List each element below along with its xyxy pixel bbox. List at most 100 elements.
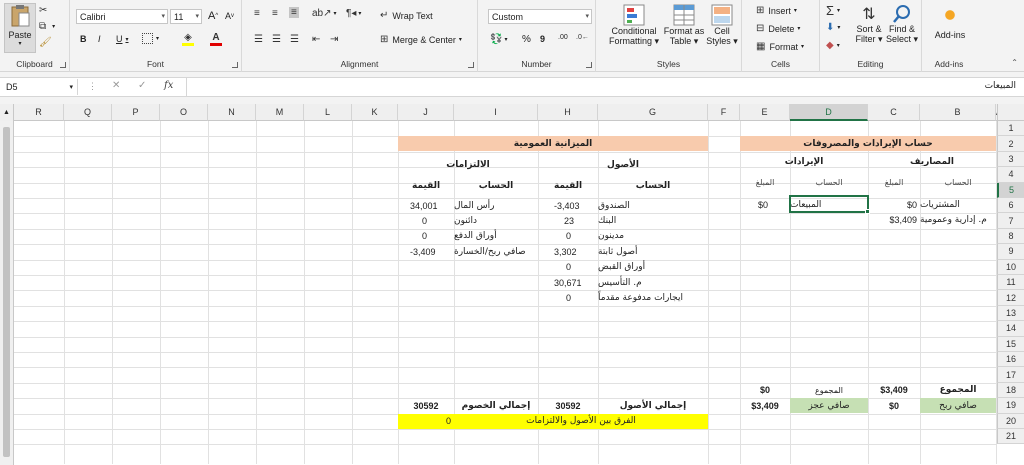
column-header-B[interactable]: B — [920, 104, 996, 121]
row-header-15[interactable]: 15 — [997, 336, 1024, 352]
liability-account-cell[interactable]: رأس المال — [454, 198, 538, 213]
liability-value-cell[interactable]: 0 — [398, 213, 454, 228]
align-middle-button[interactable]: ≡ — [272, 8, 278, 19]
assets-value-header[interactable]: القيمة — [538, 178, 598, 193]
column-header-H[interactable]: H — [538, 104, 598, 121]
asset-account-cell[interactable]: البنك — [598, 213, 708, 228]
row-header-17[interactable]: 17 — [997, 367, 1024, 383]
addins-button[interactable]: Add-ins — [930, 6, 970, 40]
expense-amount-cell[interactable]: $3,409 — [868, 212, 920, 227]
liability-value-cell[interactable]: 34,001 — [398, 198, 454, 213]
fill-button[interactable]: ⬇ ▾ — [826, 22, 840, 33]
net-profit-value[interactable]: $0 — [868, 398, 920, 413]
format-painter-button[interactable]: 🖌 — [39, 37, 52, 48]
asset-value-cell[interactable]: 0 — [538, 290, 598, 305]
column-header-E[interactable]: E — [740, 104, 790, 121]
row-header-12[interactable]: 12 — [997, 290, 1024, 306]
net-profit-label[interactable]: صافي ربح — [920, 398, 996, 414]
rtl-button[interactable]: ¶◂ ▾ — [346, 8, 361, 19]
row-header-1[interactable]: 1 — [997, 121, 1024, 137]
row-header-14[interactable]: 14 — [997, 321, 1024, 337]
scroll-thumb[interactable] — [3, 127, 10, 457]
asset-account-cell[interactable]: م. التأسيس — [598, 275, 708, 290]
vertical-scrollbar[interactable] — [0, 121, 14, 465]
column-header-I[interactable]: I — [454, 104, 538, 121]
column-header-P[interactable]: P — [112, 104, 160, 121]
cell-styles-button[interactable]: Cell Styles ▾ — [706, 4, 738, 47]
delete-button[interactable]: ⊟ Delete ▾ — [756, 23, 800, 34]
row-header-2[interactable]: 2 — [997, 136, 1024, 152]
asset-value-cell[interactable]: -3,403 — [538, 198, 598, 213]
row-header-19[interactable]: 19 — [997, 398, 1024, 414]
expense-total-value[interactable]: $3,409 — [868, 383, 920, 398]
income-title[interactable]: حساب الإيرادات والمصروفات — [740, 136, 996, 152]
asset-value-cell[interactable]: 30,671 — [538, 275, 598, 290]
row-header-21[interactable]: 21 — [997, 429, 1024, 445]
row-header-8[interactable]: 8 — [997, 228, 1024, 245]
column-header-R[interactable]: R — [14, 104, 64, 121]
liabilities-account-header[interactable]: الحساب — [454, 178, 538, 193]
dialog-launcher-icon[interactable] — [586, 62, 592, 68]
autosum-button[interactable]: Σ ▾ — [826, 3, 840, 18]
formula-input[interactable]: المبيعات — [186, 78, 1020, 96]
align-right-button[interactable]: ☰ — [290, 34, 299, 45]
assets-header[interactable]: الأصول — [538, 157, 708, 172]
underline-button[interactable]: U ▾ — [116, 34, 129, 44]
liability-account-cell[interactable]: صافي ربح/الخسارة — [454, 244, 538, 259]
italic-button[interactable]: I — [98, 34, 101, 44]
revenues-header[interactable]: الإيرادات — [740, 152, 868, 172]
copy-button[interactable]: ⧉ ▾ — [39, 21, 55, 32]
column-header-C[interactable]: C — [868, 104, 920, 121]
insert-button[interactable]: ⊞ Insert ▾ — [756, 5, 797, 16]
expense-amount-header[interactable]: المبلغ — [868, 175, 920, 190]
find-select-button[interactable]: Find & Select ▾ — [886, 4, 918, 45]
row-header-3[interactable]: 3 — [997, 151, 1024, 168]
cancel-icon[interactable]: ✕ — [112, 80, 120, 91]
expense-account-cell[interactable]: المشتريات — [920, 197, 996, 212]
font-name-select[interactable]: Calibri ▾ — [76, 9, 168, 24]
liability-value-cell[interactable]: -3,409 — [398, 244, 454, 259]
orientation-button[interactable]: ab↗ ▾ — [312, 8, 337, 19]
cut-button[interactable]: ✂ — [39, 5, 47, 16]
liabilities-value-header[interactable]: القيمة — [398, 178, 454, 193]
column-header-N[interactable]: N — [208, 104, 256, 121]
column-header-M[interactable]: M — [256, 104, 304, 121]
comma-style-button[interactable]: 9 — [540, 34, 545, 44]
accounting-format-button[interactable]: 💱 ▾ — [490, 34, 507, 45]
merge-center-button[interactable]: ⊞ Merge & Center ▾ — [380, 34, 462, 45]
enter-icon[interactable]: ✓ — [138, 80, 146, 91]
increase-decimal-button[interactable]: .00 — [558, 34, 568, 41]
row-header-9[interactable]: 9 — [997, 244, 1024, 260]
sort-filter-button[interactable]: ⇅ Sort & Filter ▾ — [854, 4, 884, 45]
row-header-7[interactable]: 7 — [997, 213, 1024, 229]
column-header-F[interactable]: F — [708, 104, 740, 121]
increase-font-button[interactable]: A ^ — [208, 10, 218, 22]
align-top-button[interactable]: ≡ — [254, 8, 260, 19]
row-header-11[interactable]: 11 — [997, 275, 1024, 291]
borders-button[interactable]: ▾ — [142, 33, 159, 44]
expense-account-cell[interactable]: م. إدارية وعمومية — [920, 212, 996, 227]
expense-total-label[interactable]: المجموع — [920, 383, 996, 398]
revenue-amount-cell[interactable]: $0 — [740, 197, 790, 212]
revenue-amount-header[interactable]: المبلغ — [740, 175, 790, 190]
fill-color-button[interactable]: ◈ — [182, 32, 194, 46]
asset-account-cell[interactable]: الصندوق — [598, 198, 708, 213]
number-format-select[interactable]: Custom ▾ — [488, 9, 592, 24]
dialog-launcher-icon[interactable] — [232, 62, 238, 68]
clear-button[interactable]: ◆ ▾ — [826, 40, 840, 51]
asset-value-cell[interactable]: 0 — [538, 229, 598, 244]
bold-button[interactable]: B — [80, 34, 87, 44]
column-header-O[interactable]: O — [160, 104, 208, 121]
asset-value-cell[interactable]: 3,302 — [538, 244, 598, 259]
row-header-13[interactable]: 13 — [997, 305, 1024, 322]
column-header-J[interactable]: J — [398, 104, 454, 121]
column-header-G[interactable]: G — [598, 104, 708, 121]
revenue-total-value[interactable]: $0 — [740, 383, 790, 398]
wrap-text-button[interactable]: ↵ Wrap Text — [380, 10, 433, 21]
total-assets-label[interactable]: إجمالي الأصول — [598, 398, 708, 413]
font-size-select[interactable]: 11 ▾ — [170, 9, 202, 24]
asset-account-cell[interactable]: مدينون — [598, 229, 708, 244]
revenue-account-header[interactable]: الحساب — [790, 175, 868, 190]
liabilities-header[interactable]: الالتزامات — [398, 157, 538, 172]
format-as-table-button[interactable]: Format as Table ▾ — [664, 4, 704, 47]
